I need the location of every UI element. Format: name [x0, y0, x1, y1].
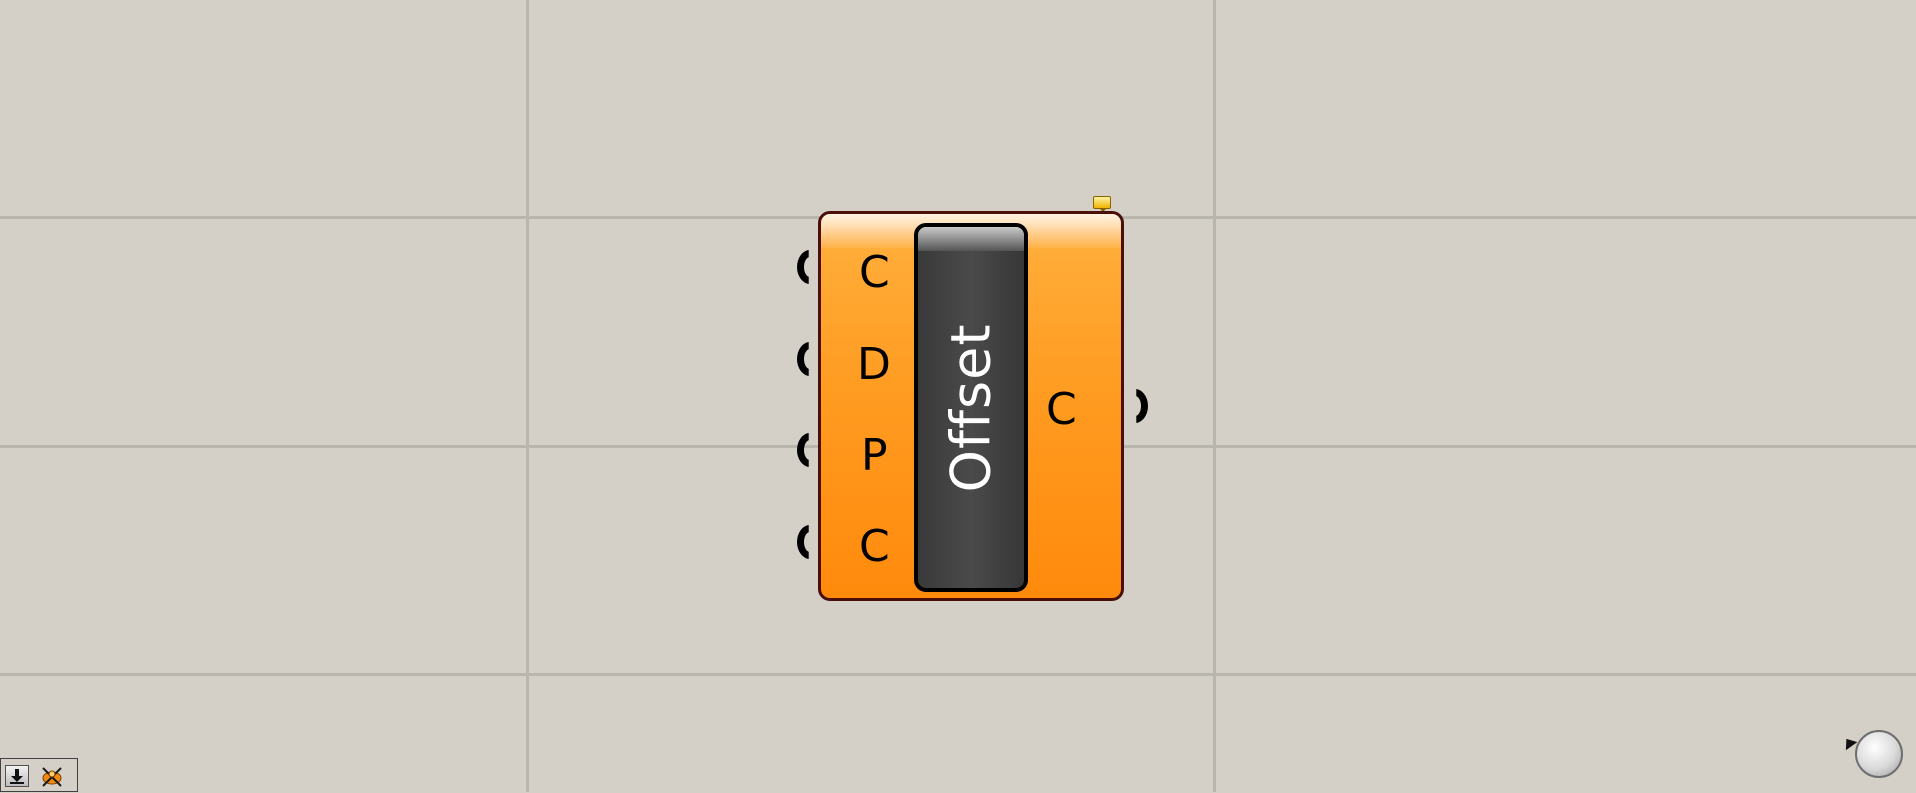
input-label-corners[interactable]: C	[859, 525, 890, 569]
component-name: Offset	[939, 322, 1003, 493]
input-label-plane[interactable]: P	[861, 434, 888, 478]
download-arrow-icon	[6, 766, 28, 786]
grid-line	[0, 673, 1916, 676]
output-label-curve[interactable]: C	[1046, 388, 1077, 432]
output-grip-curve[interactable]	[1136, 389, 1148, 423]
zoom-navigator-icon[interactable]	[1855, 730, 1903, 778]
input-label-distance[interactable]: D	[857, 343, 891, 387]
input-label-curve[interactable]: C	[859, 251, 890, 295]
grasshopper-icon[interactable]	[39, 765, 63, 787]
component-body[interactable]: Offset C D P C C	[818, 211, 1124, 601]
canvas-toolbar	[0, 758, 78, 792]
preview-flag-icon[interactable]	[1093, 196, 1111, 212]
grasshopper-canvas[interactable]: Offset C D P C C	[0, 0, 1916, 792]
component-name-box[interactable]: Offset	[914, 223, 1028, 592]
offset-component[interactable]: Offset C D P C C	[818, 211, 1124, 601]
download-icon[interactable]	[5, 765, 29, 787]
